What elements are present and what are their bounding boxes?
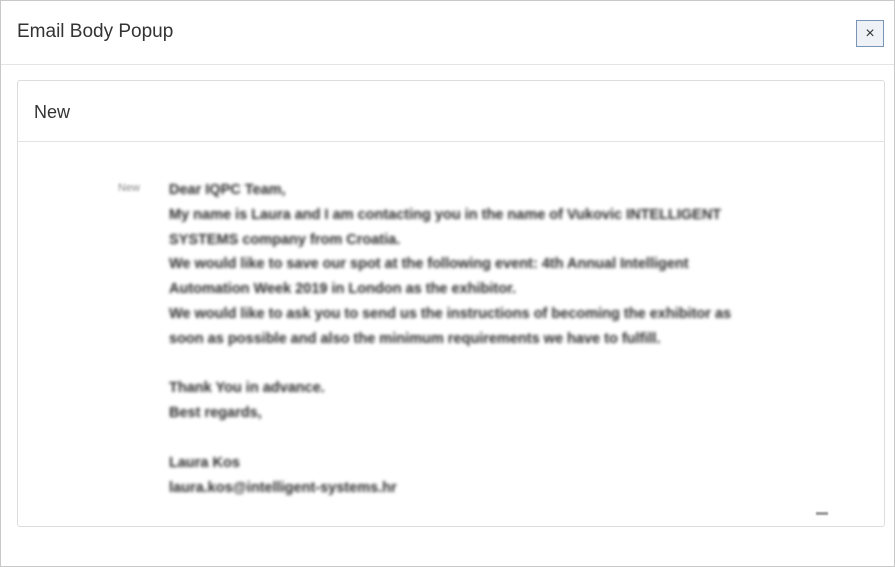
email-line: Best regards,: [169, 405, 262, 422]
email-line: [169, 352, 849, 377]
email-line: [169, 426, 849, 451]
email-body-text: Dear IQPC Team, My name is Laura and I a…: [169, 178, 849, 500]
email-status-label: New: [118, 182, 141, 194]
email-line: SYSTEMS company from Croatia.: [169, 231, 401, 248]
email-line: Dear IQPC Team,: [169, 182, 286, 198]
email-line: We would like to save our spot at the fo…: [169, 256, 689, 273]
email-line: soon as possible and also the minimum re…: [169, 330, 661, 347]
email-content-area[interactable]: New Dear IQPC Team, My name is Laura and…: [18, 142, 884, 526]
email-body-modal: Email Body Popup × New New Dear IQPC Tea…: [0, 0, 895, 567]
email-line: Automation Week 2019 in London as the ex…: [169, 281, 516, 298]
modal-header: Email Body Popup ×: [1, 1, 894, 65]
email-line: My name is Laura and I am contacting you…: [169, 206, 722, 223]
panel-heading: New: [18, 81, 884, 142]
email-line: We would like to ask you to send us the …: [169, 305, 732, 322]
close-button[interactable]: ×: [856, 20, 884, 47]
email-line: Thank You in advance.: [169, 380, 325, 397]
email-panel: New New Dear IQPC Team, My name is Laura…: [17, 80, 885, 527]
email-line: Laura Kos: [169, 454, 240, 471]
panel-title: New: [34, 102, 71, 122]
resize-handle-icon[interactable]: [816, 512, 828, 515]
email-line: laura.kos@intelligent-systems.hr: [169, 479, 397, 496]
modal-title: Email Body Popup: [17, 21, 174, 42]
